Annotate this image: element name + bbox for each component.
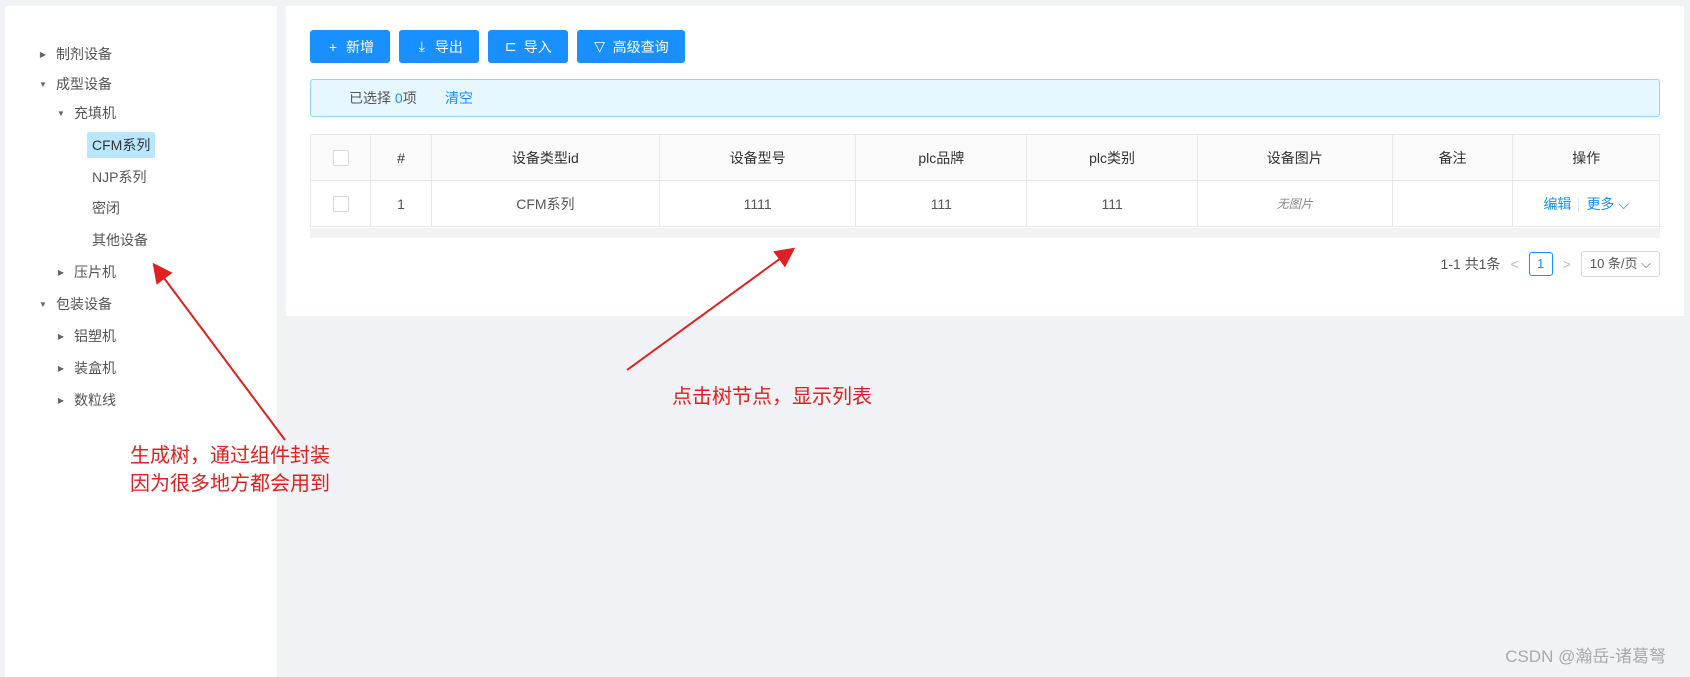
export-button[interactable]: ⤓ 导出: [398, 30, 479, 63]
tree-node-label[interactable]: 装盒机: [69, 355, 121, 381]
cell-actions: 编辑 更多 ⌵: [1512, 180, 1660, 227]
export-button-label: 导出: [434, 38, 463, 55]
download-icon: ⤓: [418, 38, 425, 54]
tree-node-cfm[interactable]: CFM系列: [71, 132, 156, 158]
column-header: 设备型号: [659, 134, 857, 181]
tree-panel: ▶ 制剂设备 ▼ 成型设备 ▼ 充填机 CFM系列 NJP系列 密闭 其他设备 ▶ 压片…: [5, 6, 277, 677]
cell-remark: [1391, 180, 1514, 227]
filter-icon: ▽: [594, 38, 606, 54]
clear-selection-link[interactable]: 清空: [445, 80, 473, 116]
import-icon: ⊏: [504, 38, 517, 54]
column-header: 设备类型id: [430, 134, 661, 181]
column-header: #: [370, 134, 432, 181]
table-scrollbar[interactable]: [310, 228, 1660, 238]
tree-node-label[interactable]: 其他设备: [87, 227, 153, 253]
tree-annotation-line2: 因为很多地方都会用到: [130, 473, 330, 495]
column-header: plc品牌: [855, 134, 1028, 181]
cell-model: 1111: [659, 180, 857, 227]
tree-node-zhuanghe[interactable]: ▶ 装盒机: [53, 355, 121, 381]
caret-right-icon[interactable]: ▶: [53, 356, 69, 382]
tree-node-shuli[interactable]: ▶ 数粒线: [53, 387, 121, 413]
tree-node-label[interactable]: 成型设备: [51, 71, 117, 97]
prev-page-icon[interactable]: <: [1510, 256, 1518, 272]
cell-plc-type: 111: [1026, 180, 1198, 227]
caret-down-icon[interactable]: ▼: [53, 101, 69, 127]
row-select-cell[interactable]: [309, 180, 372, 227]
row-checkbox[interactable]: [332, 196, 349, 213]
tree-node-label[interactable]: 包装设备: [51, 291, 117, 317]
tree-node-label[interactable]: 铝塑机: [69, 323, 121, 349]
tree-node-label[interactable]: 充填机: [69, 100, 121, 126]
tree-node-label[interactable]: 压片机: [69, 259, 121, 285]
caret-down-icon[interactable]: ▼: [35, 72, 51, 98]
select-all-checkbox[interactable]: [332, 150, 349, 167]
toolbar: + 新增 ⤓ 导出 ⊏ 导入 ▽ 高级查询: [310, 30, 690, 63]
advanced-query-button[interactable]: ▽ 高级查询: [576, 30, 685, 63]
list-annotation-text: 点击树节点，显示列表: [672, 386, 872, 408]
selection-suffix: 项: [402, 90, 417, 106]
column-header: 操作: [1512, 134, 1660, 181]
import-button[interactable]: ⊏ 导入: [487, 30, 568, 63]
tree-node-zhiji[interactable]: ▶ 制剂设备: [35, 41, 117, 67]
tree-node-label[interactable]: 密闭: [87, 195, 125, 221]
advanced-query-button-label: 高级查询: [612, 38, 669, 55]
plus-icon: +: [328, 38, 338, 55]
column-header: 设备图片: [1196, 134, 1393, 181]
caret-right-icon[interactable]: ▶: [53, 260, 69, 286]
tree-node-lusu[interactable]: ▶ 铝塑机: [53, 323, 121, 349]
tree-annotation-text: 生成树，通过组件封装 因为很多地方都会用到: [130, 442, 330, 498]
page-1-button[interactable]: 1: [1528, 252, 1553, 276]
main-panel: + 新增 ⤓ 导出 ⊏ 导入 ▽ 高级查询 已选择 0项 清空 # 设备类型id: [286, 6, 1684, 316]
caret-down-icon[interactable]: ▼: [35, 292, 51, 318]
caret-right-icon[interactable]: ▶: [53, 388, 69, 414]
column-header: plc类别: [1026, 134, 1198, 181]
tree-node-label[interactable]: CFM系列: [87, 132, 156, 158]
watermark: CSDN @瀚岳-诸葛弩: [1505, 647, 1666, 666]
import-button-label: 导入: [523, 38, 552, 55]
cell-plc-brand: 111: [855, 180, 1028, 227]
tree-node-chengxing[interactable]: ▼ 成型设备: [35, 71, 117, 97]
tree-node-label[interactable]: 数粒线: [69, 387, 121, 413]
column-header: 备注: [1391, 134, 1514, 181]
table-header-row: # 设备类型id 设备型号 plc品牌 plc类别 设备图片 备注 操作: [309, 134, 1660, 181]
selection-alert: 已选择 0项 清空: [310, 79, 1660, 117]
tree-annotation-line1: 生成树，通过组件封装: [130, 445, 330, 467]
device-table: # 设备类型id 设备型号 plc品牌 plc类别 设备图片 备注 操作 1 C…: [309, 134, 1660, 227]
tree-node-chongtian[interactable]: ▼ 充填机: [53, 100, 121, 126]
next-page-icon[interactable]: >: [1563, 256, 1571, 272]
tree-node-label[interactable]: NJP系列: [87, 164, 151, 190]
selection-count: 0: [394, 90, 403, 106]
edit-link[interactable]: 编辑: [1543, 196, 1571, 212]
caret-right-icon[interactable]: ▶: [35, 42, 51, 68]
tree-node-label[interactable]: 制剂设备: [51, 41, 117, 67]
selection-prefix: 已选择: [349, 90, 395, 106]
tree-node-mibi[interactable]: 密闭: [71, 195, 125, 221]
add-button-label: 新增: [346, 38, 374, 55]
tree-node-other[interactable]: 其他设备: [71, 227, 153, 253]
caret-right-icon[interactable]: ▶: [53, 324, 69, 350]
table-row[interactable]: 1 CFM系列 1111 111 111 无图片 编辑 更多 ⌵: [309, 180, 1660, 227]
page-size-select[interactable]: 10 条/页 ⌵: [1580, 251, 1660, 277]
more-dropdown[interactable]: 更多 ⌵: [1586, 196, 1629, 212]
pagination: 1-1 共1条 < 1 > 10 条/页 ⌵: [1440, 251, 1660, 277]
cell-image: 无图片: [1196, 180, 1393, 227]
select-all-cell[interactable]: [309, 134, 372, 181]
cell-type-id: CFM系列: [430, 180, 661, 227]
no-image-text: 无图片: [1276, 197, 1313, 211]
selection-summary: 已选择 0项: [349, 80, 417, 116]
row-index: 1: [370, 180, 432, 227]
tree-node-njp[interactable]: NJP系列: [71, 164, 151, 190]
action-divider: [1578, 197, 1580, 212]
tree-node-yapian[interactable]: ▶ 压片机: [53, 259, 121, 285]
add-button[interactable]: + 新增: [310, 30, 390, 63]
pagination-summary: 1-1 共1条: [1440, 256, 1501, 272]
tree-node-baozhuang[interactable]: ▼ 包装设备: [35, 291, 117, 317]
